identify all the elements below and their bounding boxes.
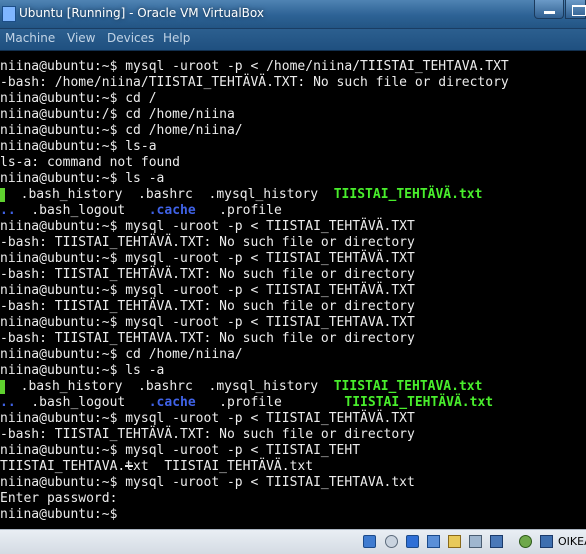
network-icon[interactable] [427, 535, 440, 548]
terminal-line: niina@ubuntu:~$ mysql -uroot -p < TIISTA… [0, 315, 415, 331]
terminal-line: niina@ubuntu:~$ cd /home/niina/ [0, 347, 243, 363]
terminal-line: niina@ubuntu:~$ mysql -uroot -p < TIISTA… [0, 251, 415, 267]
terminal-text: TIISTAI_TEHTAVA.txt TIISTAI_TEHTÄVÄ.txt [0, 459, 314, 474]
menu-bar: Machine View Devices Help [0, 29, 586, 51]
terminal-line: niina@ubuntu:~$ ls-a [0, 139, 157, 155]
minimize-button[interactable] [534, 0, 564, 19]
terminal-text: ls-a: command not found [0, 155, 181, 170]
terminal-line: niina@ubuntu:~$ mysql -uroot -p < TIISTA… [0, 475, 415, 491]
terminal-text: -bash: TIISTAI_TEHTÄVÄ.TXT: No such file… [0, 427, 415, 442]
terminal-line: .. .bash_logout .cache .profile TIISTAI_… [0, 395, 493, 411]
terminal-text: .bash_history .bashrc .mysql_history [5, 379, 334, 394]
terminal-text: niina@ubuntu:~$ ls -a [0, 363, 165, 378]
terminal-line: TIISTAI_TEHTAVA.txt TIISTAI_TEHTÄVÄ.txt [0, 459, 313, 475]
terminal-line: niina@ubuntu:~$ mysql -uroot -p < TIISTA… [0, 283, 415, 299]
terminal-text: .bash_history .bashrc .mysql_history [5, 187, 334, 202]
terminal-text: niina@ubuntu:~$ cd /home/niina/ [0, 347, 243, 362]
terminal-line: niina@ubuntu:~$ mysql -uroot -p < TIISTA… [0, 443, 360, 459]
terminal-line: niina@ubuntu:~$ ls -a [0, 171, 164, 187]
terminal-line: niina@ubuntu:~$ cd /home/niina/ [0, 123, 243, 139]
terminal-line: -bash: TIISTAI_TEHTÄVA.TXT: No such file… [0, 299, 415, 315]
terminal-text: -bash: /home/niina/TIISTAI_TEHTÄVÄ.TXT: … [0, 75, 509, 90]
terminal-line: -bash: TIISTAI_TEHTÄVÄ.TXT: No such file… [0, 235, 415, 251]
mouse-integration-icon[interactable] [540, 535, 553, 548]
terminal-text: niina@ubuntu:~$ mysql -uroot -p < TIISTA… [0, 219, 415, 234]
terminal-text: niina@ubuntu:~$ mysql -uroot -p < TIISTA… [0, 443, 361, 458]
terminal-text: niina@ubuntu:~$ ls -a [0, 171, 165, 186]
terminal-line: niina@ubuntu:~$ cd / [0, 91, 157, 107]
terminal-text: niina@ubuntu:/$ cd /home/niina [0, 107, 235, 122]
terminal-text: niina@ubuntu:~$ mysql -uroot -p < TIISTA… [0, 315, 415, 330]
window-titlebar[interactable]: Ubuntu [Running] - Oracle VM VirtualBox [0, 0, 586, 29]
file-name: TIISTAI_TEHTÄVÄ.txt [333, 187, 483, 202]
terminal-text: .bash_logout [15, 395, 149, 410]
terminal-text: niina@ubuntu:~$ mysql -uroot -p < TIISTA… [0, 251, 415, 266]
terminal-cursor [125, 465, 133, 467]
shared-folders-icon[interactable] [448, 535, 461, 548]
usb-icon[interactable] [406, 535, 419, 548]
terminal-line: -bash: TIISTAI_TEHTÄVÄ.TXT: No such file… [0, 267, 415, 283]
menu-devices[interactable]: Devices [107, 31, 154, 45]
terminal-line: -bash: TIISTAI_TEHTÄVÄ.TXT: No such file… [0, 427, 415, 443]
terminal-line: .bash_history .bashrc .mysql_history TII… [0, 379, 482, 395]
terminal-text: -bash: TIISTAI_TEHTÄVÄ.TXT: No such file… [0, 235, 415, 250]
terminal-text: -bash: TIISTAI_TEHTÄVÄ.TXT: No such file… [0, 267, 415, 282]
terminal-text: niina@ubuntu:~$ [0, 507, 126, 522]
file-name: TIISTAI_TEHTAVA.txt [333, 379, 483, 394]
terminal-text: Enter password: [0, 491, 118, 506]
terminal-line: .. .bash_logout .cache .profile [0, 203, 282, 219]
terminal-line: ls-a: command not found [0, 155, 180, 171]
terminal-line: niina@ubuntu:/$ cd /home/niina [0, 107, 235, 123]
terminal-text: niina@ubuntu:~$ mysql -uroot -p < TIISTA… [0, 475, 415, 490]
display-icon[interactable] [469, 535, 482, 548]
terminal-text: niina@ubuntu:~$ cd / [0, 91, 157, 106]
optical-drive-icon[interactable] [385, 535, 398, 548]
host-key-label: OIKEA [558, 535, 586, 548]
video-capture-icon[interactable] [490, 535, 503, 548]
status-bar: OIKEA [0, 529, 586, 554]
window-title: Ubuntu [Running] - Oracle VM VirtualBox [19, 6, 264, 20]
terminal-text: niina@ubuntu:~$ mysql -uroot -p < TIISTA… [0, 283, 415, 298]
terminal-text: -bash: TIISTAI_TEHTAVA.TXT: No such file… [0, 331, 415, 346]
terminal-line: .bash_history .bashrc .mysql_history TII… [0, 187, 482, 203]
directory-name: .cache [148, 395, 196, 410]
terminal-text: niina@ubuntu:~$ mysql -uroot -p < TIISTA… [0, 411, 415, 426]
terminal-line: -bash: /home/niina/TIISTAI_TEHTÄVÄ.TXT: … [0, 75, 509, 91]
terminal-line: niina@ubuntu:~$ ls -a [0, 363, 164, 379]
terminal-line: -bash: TIISTAI_TEHTAVA.TXT: No such file… [0, 331, 415, 347]
terminal-text: niina@ubuntu:~$ ls-a [0, 139, 157, 154]
file-name: TIISTAI_TEHTÄVÄ.txt [344, 395, 494, 410]
virtualbox-app-icon [2, 6, 16, 22]
directory-name: .. [0, 203, 16, 218]
terminal-text: niina@ubuntu:~$ cd /home/niina/ [0, 123, 243, 138]
terminal-text: .profile [195, 395, 345, 410]
maximize-button[interactable] [565, 0, 586, 19]
directory-name: .. [0, 395, 16, 410]
directory-name: .cache [148, 203, 196, 218]
hard-disk-icon[interactable] [363, 535, 376, 548]
terminal-line: niina@ubuntu:~$ mysql -uroot -p < /home/… [0, 59, 509, 75]
cpu-icon[interactable] [519, 535, 532, 548]
terminal-text: .profile [195, 203, 282, 218]
terminal-line: niina@ubuntu:~$ mysql -uroot -p < TIISTA… [0, 411, 415, 427]
menu-view[interactable]: View [67, 31, 95, 45]
terminal-screen[interactable]: niina@ubuntu:~$ mysql -uroot -p < /home/… [0, 59, 586, 529]
terminal-text: -bash: TIISTAI_TEHTÄVA.TXT: No such file… [0, 299, 415, 314]
menu-machine[interactable]: Machine [5, 31, 55, 45]
terminal-line: niina@ubuntu:~$ [0, 507, 125, 523]
terminal-line: niina@ubuntu:~$ mysql -uroot -p < TIISTA… [0, 219, 415, 235]
terminal-text: niina@ubuntu:~$ mysql -uroot -p < /home/… [0, 59, 509, 74]
menu-help[interactable]: Help [163, 31, 190, 45]
terminal-line: Enter password: [0, 491, 117, 507]
terminal-text: .bash_logout [15, 203, 149, 218]
